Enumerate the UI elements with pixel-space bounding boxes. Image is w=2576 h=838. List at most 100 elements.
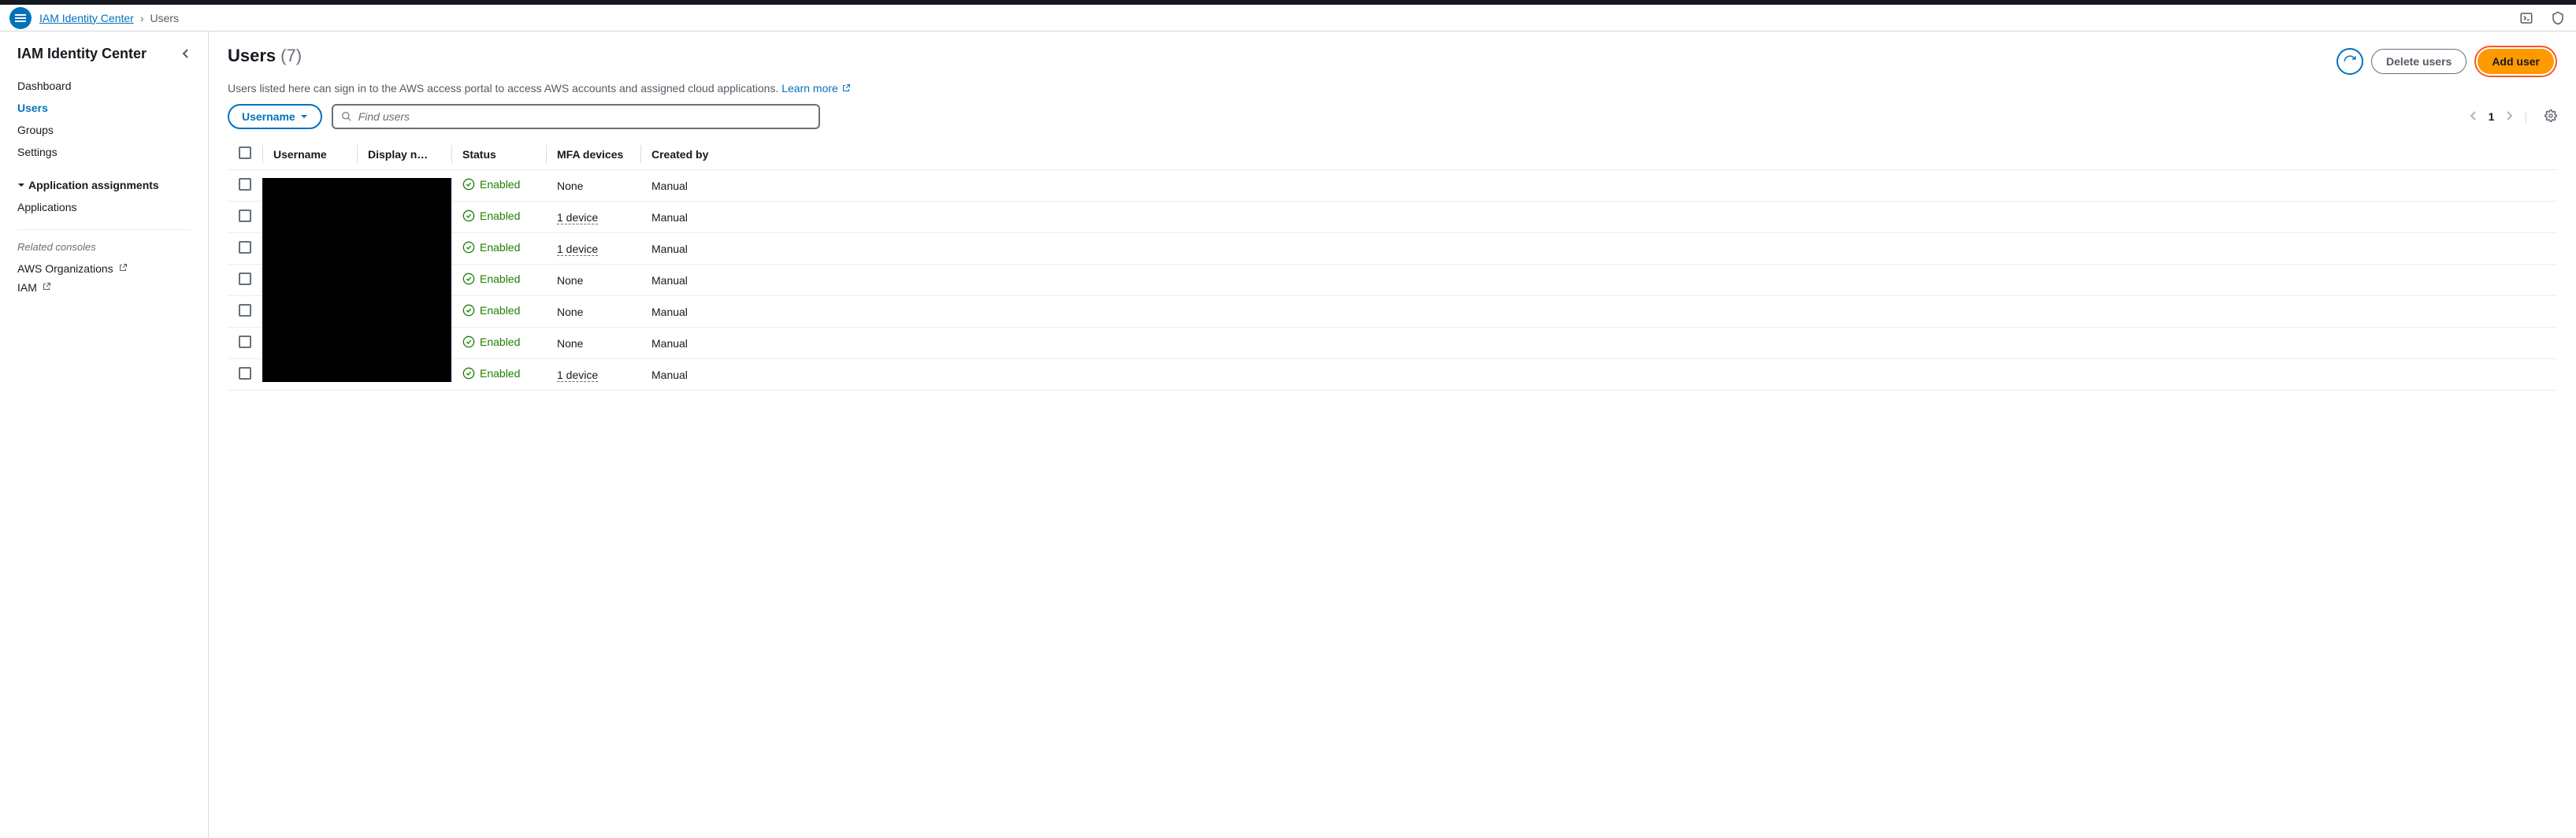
divider — [17, 229, 191, 230]
check-circle-icon — [462, 304, 475, 317]
table-row: Enabled 1 device Manual — [228, 359, 2557, 391]
redacted-usernames — [262, 170, 451, 391]
caret-down-icon — [300, 113, 308, 121]
page-next-button[interactable] — [2505, 110, 2513, 123]
breadcrumb-current: Users — [150, 12, 180, 24]
search-icon — [341, 111, 352, 122]
sidebar-collapse-button[interactable] — [181, 48, 191, 61]
table-row: Enabled 1 device Manual — [228, 233, 2557, 265]
cell-mfa: 1 device — [546, 359, 640, 391]
cell-mfa: 1 device — [546, 233, 640, 265]
chevron-left-icon — [181, 49, 191, 58]
cell-mfa: None — [546, 296, 640, 328]
row-checkbox[interactable] — [239, 210, 251, 222]
table-header-row: Username Display n… Status MFA devices C… — [228, 139, 2557, 170]
page-prev-button[interactable] — [2470, 110, 2478, 123]
cell-status: Enabled — [451, 359, 546, 391]
cell-status: Enabled — [451, 170, 546, 202]
col-username[interactable]: Username — [262, 139, 357, 170]
cell-created-by: Manual — [640, 170, 2557, 202]
cell-mfa: None — [546, 170, 640, 202]
sidebar-item-settings[interactable]: Settings — [17, 141, 191, 163]
row-checkbox[interactable] — [239, 241, 251, 254]
refresh-button[interactable] — [2337, 48, 2363, 75]
external-link-icon — [42, 281, 51, 294]
mfa-device-link[interactable]: 1 device — [557, 243, 598, 256]
check-circle-icon — [462, 367, 475, 380]
sidebar-item-dashboard[interactable]: Dashboard — [17, 75, 191, 97]
col-display-name[interactable]: Display n… — [357, 139, 451, 170]
check-circle-icon — [462, 210, 475, 222]
row-checkbox[interactable] — [239, 273, 251, 285]
row-checkbox[interactable] — [239, 178, 251, 191]
related-link-iam[interactable]: IAM — [17, 278, 191, 297]
sidebar-item-groups[interactable]: Groups — [17, 119, 191, 141]
row-checkbox[interactable] — [239, 336, 251, 348]
table-row: EnabledNoneManual — [228, 265, 2557, 296]
select-all-checkbox[interactable] — [239, 146, 251, 159]
search-box[interactable] — [332, 104, 820, 129]
search-input[interactable] — [358, 110, 811, 123]
cell-status: Enabled — [451, 328, 546, 359]
page-title: Users (7) — [228, 46, 302, 66]
cell-created-by: Manual — [640, 328, 2557, 359]
add-user-highlight: Add user — [2474, 46, 2557, 77]
sidebar: IAM Identity Center DashboardUsersGroups… — [0, 32, 209, 838]
gear-icon — [2544, 109, 2557, 122]
notifications-icon[interactable] — [2549, 9, 2567, 27]
user-count: (7) — [280, 46, 302, 66]
table-row: EnabledNoneManual — [228, 296, 2557, 328]
check-circle-icon — [462, 273, 475, 285]
row-checkbox[interactable] — [239, 367, 251, 380]
cell-mfa: None — [546, 265, 640, 296]
sidebar-section-application-assignments[interactable]: Application assignments — [17, 174, 191, 196]
related-link-aws-organizations[interactable]: AWS Organizations — [17, 259, 191, 278]
learn-more-link[interactable]: Learn more — [781, 82, 851, 95]
col-mfa-devices[interactable]: MFA devices — [546, 139, 640, 170]
page-description: Users listed here can sign in to the AWS… — [228, 82, 2557, 95]
breadcrumb: IAM Identity Center › Users — [39, 12, 179, 24]
chevron-right-icon — [2505, 111, 2513, 121]
cell-created-by: Manual — [640, 233, 2557, 265]
check-circle-icon — [462, 178, 475, 191]
delete-users-button[interactable]: Delete users — [2371, 49, 2467, 74]
cell-created-by: Manual — [640, 296, 2557, 328]
cell-status: Enabled — [451, 233, 546, 265]
pagination: 1 | — [2470, 109, 2557, 124]
cell-mfa: None — [546, 328, 640, 359]
sidebar-title: IAM Identity Center — [17, 46, 147, 62]
cell-created-by: Manual — [640, 265, 2557, 296]
external-link-icon — [841, 83, 851, 93]
cloudshell-icon[interactable] — [2518, 9, 2535, 27]
sidebar-item-users[interactable]: Users — [17, 97, 191, 119]
table-settings-button[interactable] — [2544, 109, 2557, 124]
add-user-button[interactable]: Add user — [2478, 49, 2554, 74]
cell-status: Enabled — [451, 265, 546, 296]
topbar: IAM Identity Center › Users — [0, 0, 2576, 32]
breadcrumb-root[interactable]: IAM Identity Center — [39, 12, 134, 24]
hamburger-icon — [15, 13, 26, 24]
table-row: Enabled1 deviceManual — [228, 202, 2557, 233]
sidebar-item-applications[interactable]: Applications — [17, 196, 191, 218]
external-link-icon — [118, 262, 128, 275]
caret-down-icon — [17, 181, 25, 189]
users-table: Username Display n… Status MFA devices C… — [228, 139, 2557, 391]
mfa-device-link[interactable]: 1 device — [557, 369, 598, 382]
menu-button[interactable] — [9, 7, 32, 29]
cell-status: Enabled — [451, 296, 546, 328]
table-row: EnabledNoneManual — [228, 328, 2557, 359]
page-number: 1 — [2489, 110, 2495, 123]
related-consoles-heading: Related consoles — [17, 241, 191, 253]
check-circle-icon — [462, 336, 475, 348]
col-status[interactable]: Status — [451, 139, 546, 170]
chevron-right-icon: › — [140, 12, 144, 24]
mfa-device-link[interactable]: 1 device — [557, 211, 598, 224]
refresh-icon — [2343, 54, 2357, 69]
row-checkbox[interactable] — [239, 304, 251, 317]
filter-attribute-dropdown[interactable]: Username — [228, 104, 322, 129]
main-content: Users (7) Delete users Add user Users li… — [209, 32, 2576, 838]
col-created-by[interactable]: Created by — [640, 139, 2557, 170]
check-circle-icon — [462, 241, 475, 254]
chevron-left-icon — [2470, 111, 2478, 121]
cell-created-by: Manual — [640, 359, 2557, 391]
